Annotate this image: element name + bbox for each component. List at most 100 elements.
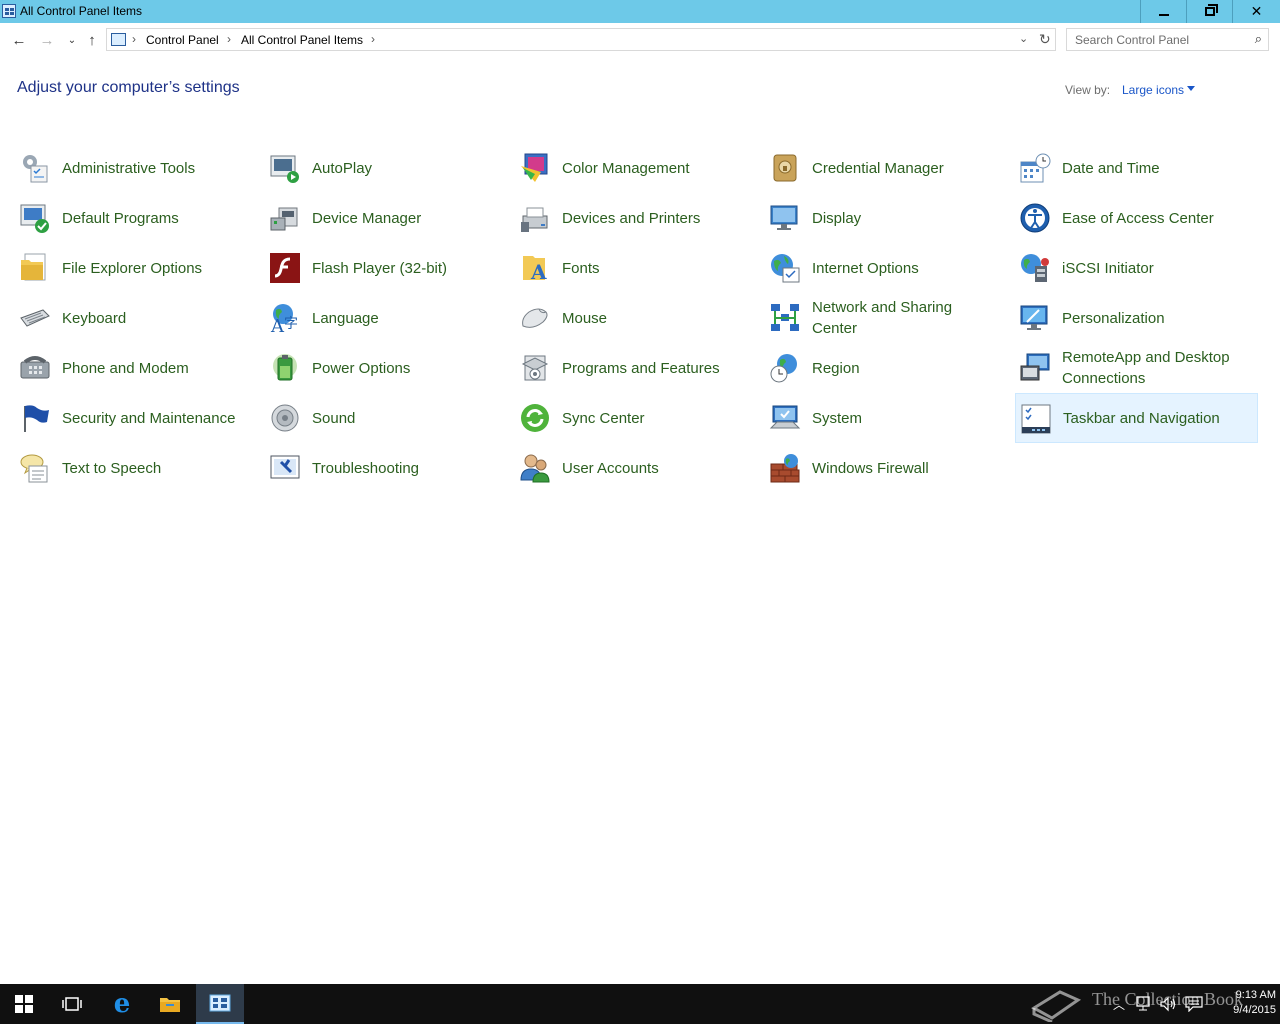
control-panel-item-devices-and-printers[interactable]: Devices and Printers — [515, 193, 765, 243]
control-panel-item-display[interactable]: Display — [765, 193, 1015, 243]
item-label: Internet Options — [812, 259, 919, 277]
control-panel-item-region[interactable]: Region — [765, 343, 1015, 393]
close-button[interactable]: ✕ — [1232, 0, 1280, 23]
book-logo-icon — [1031, 990, 1082, 1022]
navigation-bar: ← → ⌄ ↑ › Control Panel › All Control Pa… — [0, 23, 1280, 57]
item-label: Power Options — [312, 359, 411, 377]
display-icon — [770, 205, 798, 230]
control-panel-item-default-programs[interactable]: Default Programs — [15, 193, 265, 243]
control-panel-item-iscsi-initiator[interactable]: iSCSI Initiator — [1015, 243, 1265, 293]
control-panel-item-windows-firewall[interactable]: Windows Firewall — [765, 443, 1015, 493]
item-label: Display — [812, 209, 862, 227]
sync-center-icon — [521, 404, 549, 432]
item-label: Sync Center — [562, 409, 645, 427]
up-button[interactable]: ↑ — [82, 30, 102, 50]
phone-modem-icon — [20, 356, 50, 379]
arrow-right-icon: → — [39, 31, 55, 49]
item-label: User Accounts — [562, 459, 659, 477]
item-label: Taskbar and Navigation — [1063, 409, 1220, 427]
control-panel-item-taskbar-and-navigation[interactable]: Taskbar and Navigation — [1015, 393, 1258, 443]
control-panel-item-device-manager[interactable]: Device Manager — [265, 193, 515, 243]
troubleshooting-icon — [270, 455, 300, 479]
task-view-icon — [62, 997, 82, 1011]
edge-button[interactable]: e — [98, 984, 146, 1024]
task-view-button[interactable] — [48, 984, 96, 1024]
view-by-label: View by: — [1065, 83, 1111, 97]
control-panel-icon — [111, 33, 126, 46]
forward-button[interactable]: → — [37, 30, 57, 50]
control-panel-item-autoplay[interactable]: AutoPlay — [265, 143, 515, 193]
item-label: Color Management — [562, 159, 690, 177]
network-icon[interactable] — [1134, 996, 1152, 1012]
control-panel-item-fonts[interactable]: A Fonts — [515, 243, 765, 293]
credential-manager-icon — [773, 154, 797, 182]
control-panel-item-date-and-time[interactable]: Date and Time — [1015, 143, 1265, 193]
view-by-dropdown[interactable]: Large icons — [1122, 83, 1184, 97]
minimize-icon — [1158, 13, 1169, 16]
page-title: Adjust your computer’s settings — [17, 79, 240, 96]
control-panel-item-mouse[interactable]: Mouse — [515, 293, 765, 343]
control-panel-item-security-and-maintenance[interactable]: Security and Maintenance — [15, 393, 265, 443]
breadcrumb-control-panel[interactable]: Control Panel — [146, 33, 219, 47]
recent-locations-button[interactable]: ⌄ — [62, 30, 82, 50]
file-explorer-button[interactable] — [146, 984, 194, 1024]
chevron-right-icon: › — [132, 32, 136, 46]
control-panel-item-phone-and-modem[interactable]: Phone and Modem — [15, 343, 265, 393]
control-panel-item-internet-options[interactable]: Internet Options — [765, 243, 1015, 293]
refresh-icon[interactable]: ↻ — [1039, 31, 1051, 48]
item-label: Credential Manager — [812, 159, 944, 177]
address-dropdown-icon[interactable]: ⌄ — [1019, 32, 1028, 45]
control-panel-item-network-and-sharing-center[interactable]: Network and Sharing Center — [765, 293, 1015, 343]
start-button[interactable] — [0, 984, 48, 1024]
control-panel-item-administrative-tools[interactable]: Administrative Tools — [15, 143, 265, 193]
edge-icon: e — [113, 989, 131, 1019]
control-panel-item-color-management[interactable]: Color Management — [515, 143, 765, 193]
control-panel-taskbar-button[interactable] — [196, 984, 244, 1024]
item-label: Phone and Modem — [62, 359, 189, 377]
control-panel-item-flash-player[interactable]: Flash Player (32-bit) — [265, 243, 515, 293]
search-icon[interactable]: ⌕ — [1255, 31, 1262, 47]
back-button[interactable]: ← — [9, 30, 29, 50]
search-input[interactable]: Search Control Panel ⌕ — [1066, 28, 1269, 51]
windows-logo-icon — [15, 995, 33, 1013]
item-label: Mouse — [562, 309, 608, 327]
control-panel-item-file-explorer-options[interactable]: File Explorer Options — [15, 243, 265, 293]
svg-text:字: 字 — [284, 316, 298, 332]
remoteapp-icon — [1020, 353, 1050, 381]
control-panel-item-language[interactable]: A 字 Language — [265, 293, 515, 343]
control-panel-item-keyboard[interactable]: Keyboard — [15, 293, 265, 343]
control-panel-item-remoteapp-and-desktop-connections[interactable]: RemoteApp and Desktop Connections — [1015, 343, 1265, 393]
language-icon: A字 — [270, 304, 298, 334]
system-clock[interactable]: 9:13 AM 9/4/2015 — [1210, 988, 1276, 1018]
control-panel-item-troubleshooting[interactable]: Troubleshooting — [265, 443, 515, 493]
control-panel-item-credential-manager[interactable]: Credential Manager — [765, 143, 1015, 193]
ease-of-access-icon — [1020, 203, 1050, 233]
svg-text:A: A — [270, 316, 285, 334]
control-panel-item-programs-and-features[interactable]: Programs and Features — [515, 343, 765, 393]
control-panel-item-power-options[interactable]: Power Options — [265, 343, 515, 393]
control-panel-item-sound[interactable]: Sound — [265, 393, 515, 443]
control-panel-item-user-accounts[interactable]: User Accounts — [515, 443, 765, 493]
item-label: Default Programs — [62, 209, 179, 227]
title-bar: All Control Panel Items ✕ — [0, 0, 1280, 23]
breadcrumb-all-items[interactable]: All Control Panel Items — [241, 33, 363, 47]
control-panel-item-text-to-speech[interactable]: Text to Speech — [15, 443, 265, 493]
caret-down-icon[interactable] — [1187, 86, 1195, 91]
minimize-button[interactable] — [1140, 0, 1186, 23]
address-bar[interactable]: › Control Panel › All Control Panel Item… — [106, 28, 1056, 51]
control-panel-item-personalization[interactable]: Personalization — [1015, 293, 1265, 343]
search-placeholder: Search Control Panel — [1075, 33, 1190, 47]
item-label: Keyboard — [62, 309, 127, 327]
item-label: Devices and Printers — [562, 209, 701, 227]
flash-player-icon — [270, 253, 300, 283]
volume-icon[interactable] — [1159, 996, 1177, 1012]
item-label: Language — [312, 309, 379, 327]
control-panel-item-sync-center[interactable]: Sync Center — [515, 393, 765, 443]
security-maintenance-icon — [24, 405, 49, 432]
control-panel-item-system[interactable]: System — [765, 393, 1015, 443]
action-center-icon[interactable] — [1185, 996, 1203, 1012]
show-hidden-icons[interactable]: ︿ — [1113, 984, 1125, 1024]
item-label: Date and Time — [1062, 159, 1160, 177]
control-panel-item-ease-of-access-center[interactable]: Ease of Access Center — [1015, 193, 1265, 243]
restore-button[interactable] — [1186, 0, 1232, 23]
